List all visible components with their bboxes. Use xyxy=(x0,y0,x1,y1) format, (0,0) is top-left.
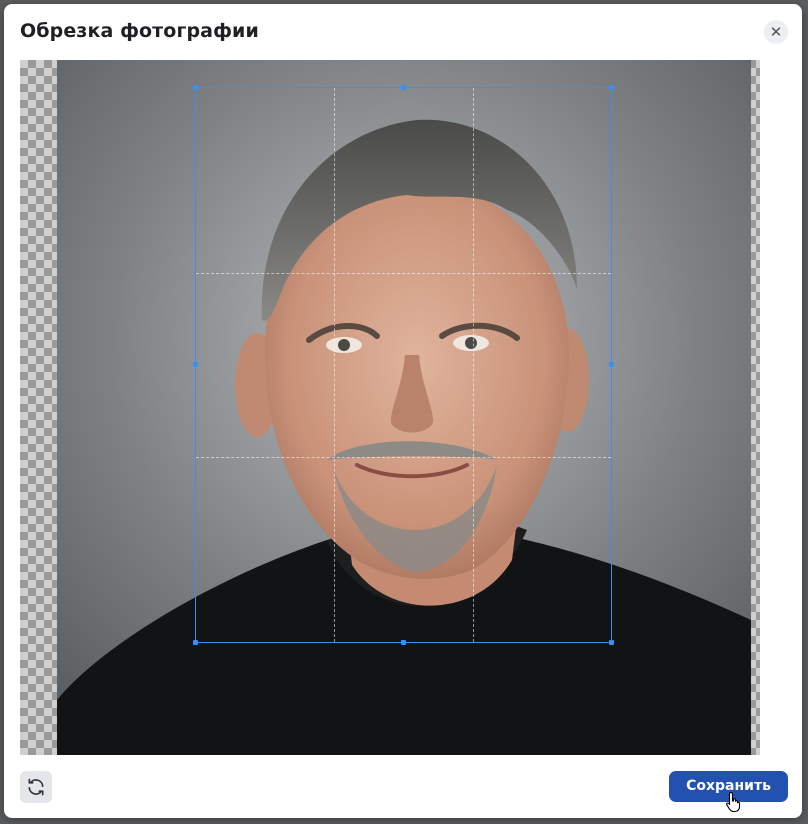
crop-handle-top-left[interactable] xyxy=(193,85,198,90)
crop-handle-bottom-left[interactable] xyxy=(193,640,198,645)
rotate-button[interactable] xyxy=(20,771,52,803)
close-button[interactable]: ✕ xyxy=(764,20,788,44)
crop-handle-bottom[interactable] xyxy=(400,640,406,645)
crop-canvas[interactable] xyxy=(20,60,760,755)
crop-dialog: Обрезка фотографии ✕ Сохранить xyxy=(4,4,802,818)
crop-handle-bottom-right[interactable] xyxy=(609,640,614,645)
crop-grid-line xyxy=(472,88,474,642)
rotate-icon xyxy=(28,778,44,796)
crop-handle-top-right[interactable] xyxy=(609,85,614,90)
hand-pointer-icon xyxy=(726,791,741,813)
crop-grid-line xyxy=(196,457,611,459)
crop-handle-right[interactable] xyxy=(609,362,614,367)
crop-handle-top[interactable] xyxy=(400,85,406,90)
crop-selection[interactable] xyxy=(193,85,614,645)
crop-grid-line xyxy=(334,88,336,642)
dialog-title: Обрезка фотографии xyxy=(20,20,259,42)
close-icon: ✕ xyxy=(769,23,783,41)
crop-grid-line xyxy=(196,272,611,274)
crop-handle-left[interactable] xyxy=(193,362,198,367)
